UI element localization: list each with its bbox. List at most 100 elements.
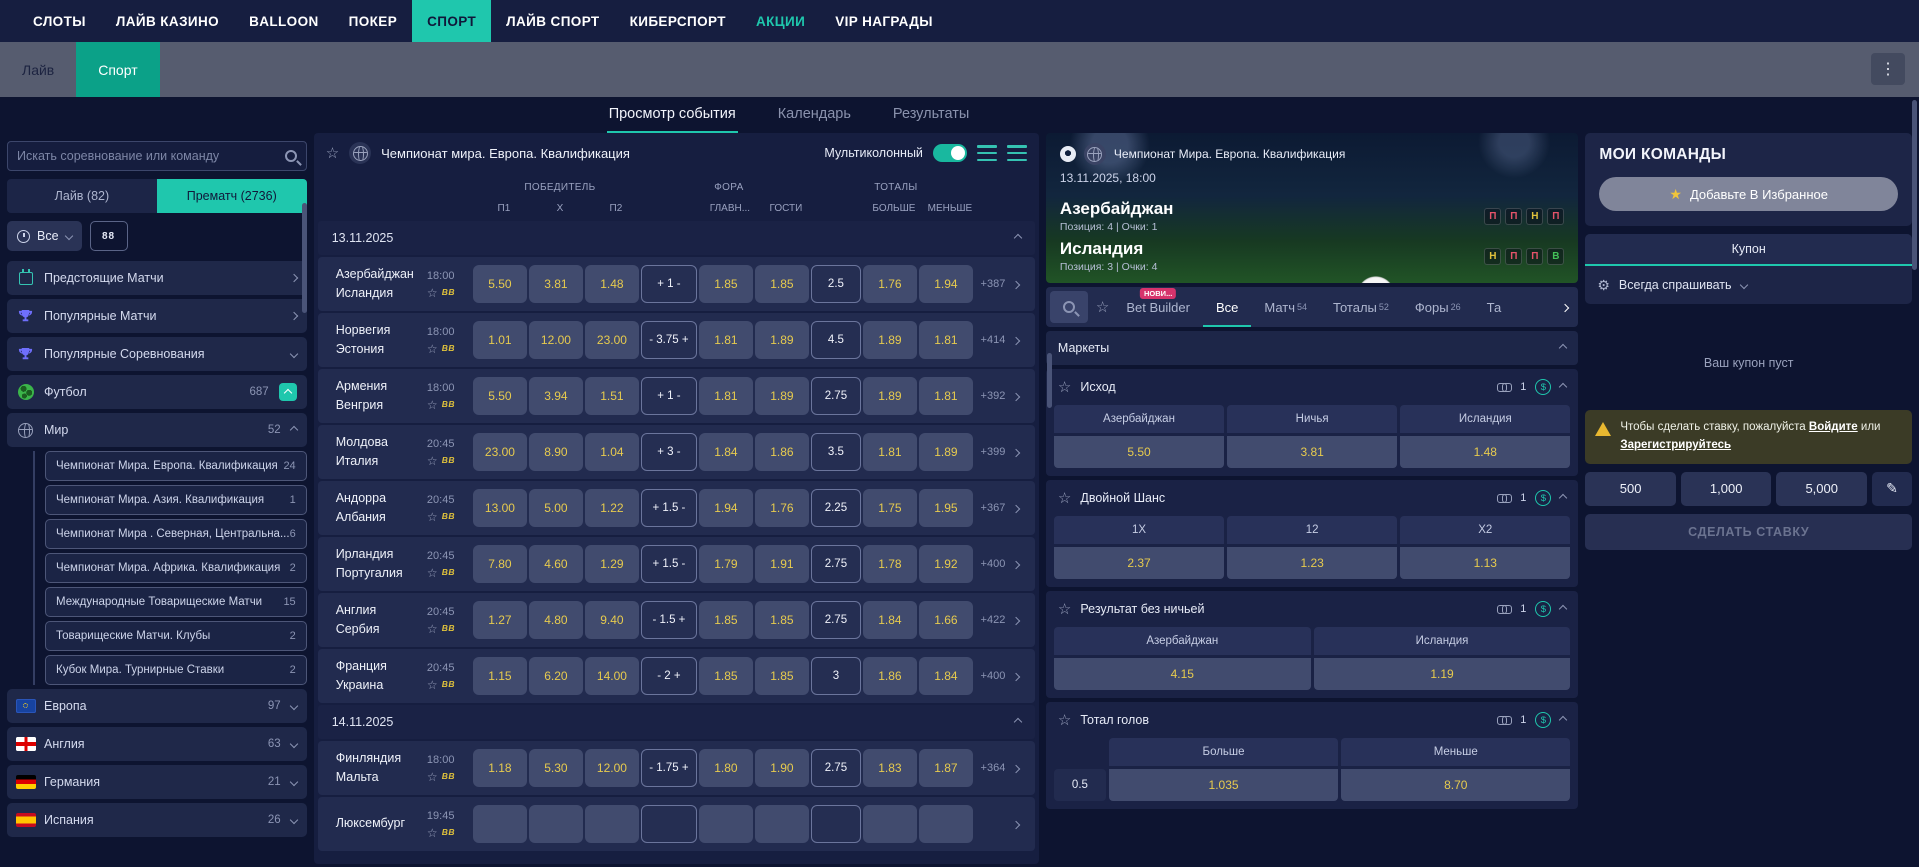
open-event-chevron[interactable]: [1011, 815, 1025, 833]
odds-x[interactable]: 4.60: [528, 545, 583, 583]
time-filter-dropdown[interactable]: Все: [7, 221, 82, 251]
market-tab-та[interactable]: Та: [1474, 287, 1515, 327]
kebab-menu-icon[interactable]: ⋮: [1871, 53, 1905, 85]
option-odds[interactable]: 5.50: [1053, 436, 1225, 468]
total-under-odds[interactable]: [918, 805, 973, 843]
handicap-away-odds[interactable]: 1.76: [754, 489, 809, 527]
handicap-away-odds[interactable]: 1.86: [754, 433, 809, 471]
view-tab-просмотр-события[interactable]: Просмотр события: [606, 98, 738, 133]
total-line[interactable]: [810, 805, 861, 843]
option-odds[interactable]: 8.70: [1341, 769, 1571, 801]
handicap-away-odds[interactable]: [754, 805, 809, 843]
market-header[interactable]: ☆ Результат без ничьей 1 $: [1054, 591, 1570, 627]
odds-x[interactable]: 5.00: [528, 489, 583, 527]
odds-p2[interactable]: 9.40: [584, 601, 639, 639]
sidebar-item-популярные-соревнования[interactable]: Популярные Соревнования: [7, 337, 307, 371]
odds-x[interactable]: 12.00: [528, 321, 583, 359]
odds-p2[interactable]: 1.22: [584, 489, 639, 527]
sidebar-item-предстоящие-матчи[interactable]: Предстоящие Матчи: [7, 261, 307, 295]
sidebar-league-item[interactable]: Чемпионат Мира. Азия. Квалификация 1: [45, 485, 307, 515]
handicap-away-odds[interactable]: 1.85: [754, 265, 809, 303]
handicap-home-odds[interactable]: 1.85: [698, 657, 753, 695]
total-under-odds[interactable]: 1.94: [918, 265, 973, 303]
sidebar-item-германия[interactable]: Германия 21: [7, 765, 307, 799]
odds-x[interactable]: 6.20: [528, 657, 583, 695]
favorite-star-icon[interactable]: ☆: [427, 399, 438, 411]
tabs-overflow-chevron[interactable]: [1561, 298, 1574, 316]
stake-preset-500[interactable]: 500: [1585, 471, 1676, 506]
collapse-badge[interactable]: [278, 383, 297, 401]
open-event-chevron[interactable]: [1011, 275, 1025, 293]
event-row[interactable]: Армения Венгрия 18:00 ☆ BB 5.50 3.94 1.51 + 1 -1…: [317, 369, 1035, 423]
total-line[interactable]: 3: [810, 657, 861, 695]
odds-p2[interactable]: 1.51: [584, 377, 639, 415]
sidebar-league-item[interactable]: Международные Товарищеские Матчи 15: [45, 587, 307, 617]
odds-x[interactable]: 3.94: [528, 377, 583, 415]
event-row[interactable]: Англия Сербия 20:45 ☆ BB 1.27 4.80 9.40- 1.5 +1…: [317, 593, 1035, 647]
total-under-odds[interactable]: 1.81: [918, 321, 973, 359]
sidebar-tab-prematch[interactable]: Прематч (2736): [156, 179, 307, 213]
handicap-away-odds[interactable]: 1.91: [754, 545, 809, 583]
odds-p1[interactable]: 1.27: [472, 601, 527, 639]
nav-item-акции[interactable]: АКЦИИ: [741, 0, 820, 42]
total-over-odds[interactable]: 1.86: [862, 657, 917, 695]
total-line[interactable]: 2.75: [810, 545, 861, 583]
odds-p1[interactable]: 1.15: [472, 657, 527, 695]
odds-format-button[interactable]: 88: [89, 221, 128, 251]
option-odds[interactable]: 1.48: [1400, 436, 1571, 468]
handicap-away-odds[interactable]: 1.90: [754, 749, 809, 787]
sidebar-league-item[interactable]: Кубок Мира. Турнирные Ставки 2: [45, 655, 307, 685]
odds-p2[interactable]: 14.00: [584, 657, 639, 695]
odds-p2[interactable]: 1.48: [584, 265, 639, 303]
open-event-chevron[interactable]: [1011, 331, 1025, 349]
handicap-line[interactable]: - 3.75 +: [640, 321, 697, 359]
handicap-home-odds[interactable]: 1.84: [698, 433, 753, 471]
multi-column-view-icon[interactable]: [1006, 145, 1027, 161]
favorite-star-icon[interactable]: ☆: [427, 511, 438, 523]
favorite-star-icon[interactable]: ☆: [427, 679, 438, 691]
option-odds[interactable]: 1.23: [1227, 547, 1398, 579]
total-under-odds[interactable]: 1.87: [918, 749, 973, 787]
odds-x[interactable]: 3.81: [528, 265, 583, 303]
handicap-away-odds[interactable]: 1.85: [754, 601, 809, 639]
odds-x[interactable]: [528, 805, 583, 843]
odds-p1[interactable]: 1.18: [472, 749, 527, 787]
mode-tab-спорт[interactable]: Спорт: [76, 42, 160, 97]
handicap-line[interactable]: + 1 -: [640, 377, 697, 415]
favorite-star-icon[interactable]: ☆: [1058, 713, 1071, 728]
handicap-line[interactable]: - 1.5 +: [640, 601, 697, 639]
market-tab-все[interactable]: Все: [1203, 287, 1251, 327]
odds-p1[interactable]: 5.50: [472, 265, 527, 303]
odds-p2[interactable]: 1.04: [584, 433, 639, 471]
favorite-star-icon[interactable]: ☆: [1058, 602, 1071, 617]
total-over-odds[interactable]: 1.89: [862, 321, 917, 359]
nav-item-balloon[interactable]: BALLOON: [234, 0, 334, 42]
open-event-chevron[interactable]: [1011, 759, 1025, 777]
option-odds[interactable]: 1.035: [1108, 769, 1339, 801]
sidebar-item-популярные-матчи[interactable]: Популярные Матчи: [7, 299, 307, 333]
handicap-line[interactable]: - 2 +: [640, 657, 697, 695]
market-header[interactable]: ☆ Тотал голов 1 $: [1054, 702, 1570, 738]
total-under-odds[interactable]: 1.89: [918, 433, 973, 471]
total-over-odds[interactable]: 1.75: [862, 489, 917, 527]
sidebar-league-item[interactable]: Чемпионат Мира. Европа. Квалификация 24: [45, 451, 307, 481]
handicap-away-odds[interactable]: 1.89: [754, 321, 809, 359]
favorite-star-icon[interactable]: ☆: [326, 146, 339, 161]
handicap-away-odds[interactable]: 1.85: [754, 657, 809, 695]
handicap-home-odds[interactable]: 1.85: [698, 265, 753, 303]
option-odds[interactable]: 4.15: [1053, 658, 1311, 690]
nav-item-vip-награды[interactable]: VIP НАГРАДЫ: [820, 0, 948, 42]
favorite-star-icon[interactable]: ☆: [427, 455, 438, 467]
favorite-star-icon[interactable]: ☆: [427, 623, 438, 635]
market-tab-тоталы[interactable]: Тоталы 52: [1320, 287, 1402, 327]
add-favorite-button[interactable]: ★ Добавьте В Избранное: [1599, 177, 1899, 211]
option-odds[interactable]: 2.37: [1053, 547, 1225, 579]
handicap-home-odds[interactable]: 1.94: [698, 489, 753, 527]
total-over-odds[interactable]: 1.78: [862, 545, 917, 583]
open-event-chevron[interactable]: [1011, 611, 1025, 629]
option-odds[interactable]: 1.13: [1400, 547, 1571, 579]
favorite-star-icon[interactable]: ☆: [1058, 380, 1071, 395]
odds-p1[interactable]: 13.00: [472, 489, 527, 527]
favorites-tab-icon[interactable]: ☆: [1096, 300, 1109, 315]
single-column-view-icon[interactable]: [976, 145, 997, 161]
